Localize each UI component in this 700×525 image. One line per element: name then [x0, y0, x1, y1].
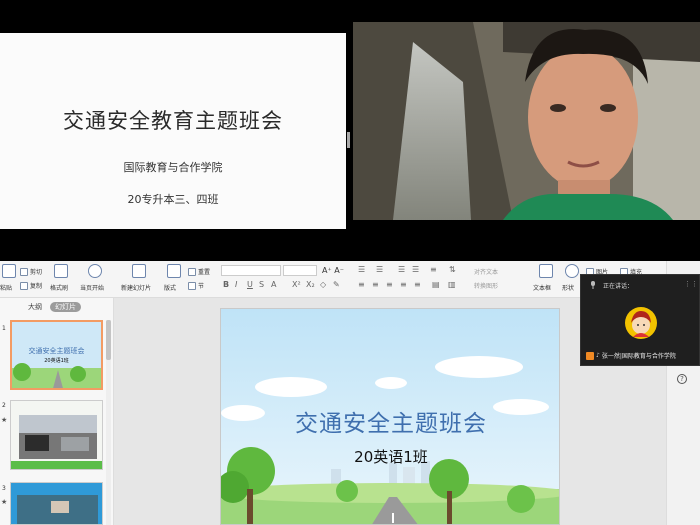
- microphone-icon: ♪: [596, 352, 600, 359]
- drag-handle-icon[interactable]: ⋮⋮: [684, 280, 698, 288]
- underline-icon[interactable]: U: [247, 280, 253, 289]
- new-slide-icon[interactable]: [132, 264, 146, 278]
- animation-star-icon: ★: [1, 416, 8, 424]
- textbox-icon[interactable]: [539, 264, 553, 278]
- start-from-current-button[interactable]: 当页开始: [80, 283, 104, 292]
- align-left-icon[interactable]: ≡: [358, 280, 365, 289]
- tab-slides[interactable]: 幻灯片: [50, 302, 81, 312]
- participant-row: ♪ 张一然|国际教育与合作学院: [586, 351, 676, 360]
- speaking-status: 正在讲话：: [603, 283, 634, 290]
- copy-button[interactable]: 复制: [20, 281, 42, 290]
- subscript-icon[interactable]: X₂: [306, 280, 315, 289]
- superscript-icon[interactable]: X²: [292, 280, 301, 289]
- slide-thumbnail-panel: 大纲 幻灯片 1 交通安全主题班会 20英语1班 2 ★ 3 ★: [0, 298, 114, 525]
- align-center-icon[interactable]: ≡: [372, 280, 379, 289]
- person-icon: [586, 351, 594, 360]
- help-icon[interactable]: ?: [677, 374, 687, 384]
- thumbnail-1-subtitle: 20英语1班: [44, 358, 69, 364]
- convert-smartart-button[interactable]: 转换图形: [474, 281, 498, 290]
- paste-button[interactable]: 粘贴: [0, 283, 12, 292]
- vertical-align-icon[interactable]: ▥: [448, 280, 456, 289]
- clear-format-icon[interactable]: ◇: [320, 280, 326, 289]
- panel-tabs: 大纲 幻灯片: [28, 302, 81, 312]
- font-name-select[interactable]: [221, 265, 281, 276]
- thumbnail-3-image: [11, 483, 102, 524]
- shared-slide-subtitle: 国际教育与合作学院: [123, 161, 223, 174]
- line-spacing-icon[interactable]: ≡: [430, 265, 437, 274]
- format-painter-button[interactable]: 格式刷: [50, 283, 68, 292]
- justify-icon[interactable]: ≡: [400, 280, 407, 289]
- avatar: [625, 307, 657, 339]
- reset-button[interactable]: 重置: [188, 267, 210, 276]
- shared-screen-slide: 交通安全教育主题班会 国际教育与合作学院 20专升本三、四班: [0, 33, 346, 229]
- tab-outline[interactable]: 大纲: [28, 302, 42, 312]
- align-text-button[interactable]: 对齐文本: [474, 267, 498, 276]
- section-icon: [188, 281, 196, 290]
- numbering-icon[interactable]: ☰: [376, 265, 383, 274]
- font-color-icon[interactable]: A: [271, 280, 276, 289]
- scissors-icon: [20, 267, 28, 276]
- thumbnail-number: 3: [2, 485, 6, 492]
- shared-slide-title: 交通安全教育主题班会: [63, 109, 283, 133]
- copy-icon: [20, 281, 28, 290]
- thumbnail-1-background: [12, 322, 101, 388]
- textbox-button[interactable]: 文本框: [533, 283, 551, 292]
- outdent-icon[interactable]: ☰: [412, 265, 419, 274]
- grow-font-icon[interactable]: A⁺ A⁻: [322, 266, 344, 275]
- columns-icon[interactable]: ▤: [432, 280, 440, 289]
- play-icon[interactable]: [88, 264, 102, 278]
- align-right-icon[interactable]: ≡: [386, 280, 393, 289]
- thumbnail-number: 2: [2, 402, 6, 409]
- italic-icon[interactable]: I: [235, 280, 237, 289]
- section-button[interactable]: 节: [188, 281, 204, 290]
- webcam-video: [353, 22, 700, 220]
- thumbnail-number: 1: [2, 325, 6, 332]
- slide-subtitle[interactable]: 20英语1班: [221, 446, 559, 467]
- meeting-speaker-window[interactable]: 正在讲话： ⋮⋮ ♪ 张一然|国际教育与合作学院: [580, 274, 700, 366]
- screen: 交通安全教育主题班会 国际教育与合作学院 20专升本三、四班 粘贴 剪切 复制 …: [0, 0, 700, 525]
- participant-name: 张一然|国际教育与合作学院: [601, 353, 676, 360]
- new-slide-button[interactable]: 新建幻灯片: [121, 283, 151, 292]
- indent-icon[interactable]: ☰: [398, 265, 405, 274]
- reset-icon: [188, 267, 196, 276]
- format-painter-icon[interactable]: [54, 264, 68, 278]
- thumbnail-scrollbar-thumb[interactable]: [106, 320, 111, 360]
- cut-button[interactable]: 剪切: [20, 267, 42, 276]
- bold-icon[interactable]: B: [223, 280, 229, 289]
- slide-thumbnail-2[interactable]: [10, 400, 103, 470]
- slide-thumbnail-3[interactable]: [10, 482, 103, 525]
- thumbnail-2-image: [11, 401, 102, 469]
- layout-button[interactable]: 版式: [164, 283, 176, 292]
- distributed-icon[interactable]: ≡: [414, 280, 421, 289]
- shared-slide-class-line: 20专升本三、四班: [127, 193, 219, 206]
- layout-icon[interactable]: [167, 264, 181, 278]
- slide-thumbnail-1[interactable]: 交通安全主题班会 20英语1班: [10, 320, 103, 390]
- shape-button[interactable]: 形状: [562, 283, 574, 292]
- speaker-icon: [591, 281, 595, 289]
- shape-icon[interactable]: [565, 264, 579, 278]
- bullets-icon[interactable]: ☰: [358, 265, 365, 274]
- animation-star-icon: ★: [1, 498, 8, 506]
- split-view-handle[interactable]: [347, 132, 350, 148]
- highlight-icon[interactable]: ✎: [333, 280, 340, 289]
- paste-icon[interactable]: [2, 264, 16, 278]
- thumbnail-1-title: 交通安全主题班会: [28, 347, 85, 355]
- webcam-image: [353, 22, 700, 220]
- main-slide[interactable]: 交通安全主题班会 20英语1班: [220, 308, 560, 525]
- text-direction-icon[interactable]: ⇅: [449, 265, 456, 274]
- font-size-select[interactable]: [283, 265, 317, 276]
- strikethrough-icon[interactable]: S: [259, 280, 264, 289]
- slide-title[interactable]: 交通安全主题班会: [221, 404, 559, 438]
